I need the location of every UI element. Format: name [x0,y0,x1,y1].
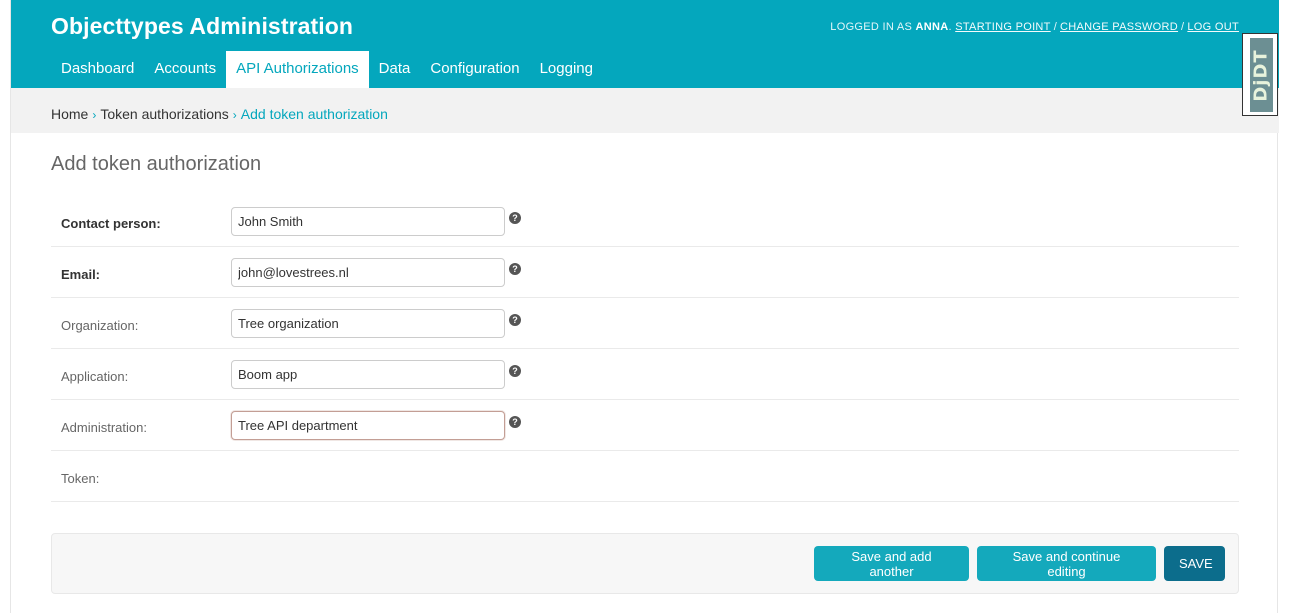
nav-item-accounts[interactable]: Accounts [144,51,226,88]
form-row-token: Token: [51,451,1239,502]
header: Objecttypes Administration LOGGED IN AS … [11,0,1279,88]
breadcrumb-home[interactable]: Home [51,106,88,122]
link-separator: / [1181,21,1185,33]
form-row-email: Email: ? [51,247,1239,298]
djdt-label: DjDT [1251,48,1272,102]
save-and-continue-editing-button[interactable]: Save and continue editing [977,546,1156,581]
link-separator: / [1053,21,1058,33]
application-input[interactable] [231,360,505,389]
token-authorization-form: Contact person: ? Email: ? Organization:… [51,196,1239,502]
email-input[interactable] [231,258,505,287]
nav-item-data[interactable]: Data [369,51,421,88]
username: ANNA [915,21,949,33]
help-icon: ? [509,314,521,326]
form-row-administration: Administration: ? [51,400,1239,451]
main-nav: Dashboard Accounts API Authorizations Da… [51,51,603,88]
log-out-link[interactable]: LOG OUT [1187,21,1239,33]
breadcrumb-separator: › [232,108,237,122]
form-row-contact-person: Contact person: ? [51,196,1239,247]
form-row-organization: Organization: ? [51,298,1239,349]
organization-label: Organization: [61,318,139,333]
save-and-add-another-button[interactable]: Save and add another [814,546,969,581]
breadcrumb-token-authorizations[interactable]: Token authorizations [100,106,228,122]
logged-in-prefix: LOGGED IN AS [830,21,913,33]
administration-label: Administration: [61,420,147,435]
site-branding[interactable]: Objecttypes Administration [51,13,353,40]
breadcrumb-separator: › [92,108,97,122]
djdt-logo: DjDT [1250,38,1273,112]
help-icon: ? [509,263,521,275]
admin-frame: Objecttypes Administration LOGGED IN AS … [10,0,1279,613]
page-title: Add token authorization [51,153,262,175]
change-password-link[interactable]: CHANGE PASSWORD [1060,21,1178,33]
help-icon: ? [509,365,521,377]
breadcrumb-current: Add token authorization [240,106,388,122]
nav-item-configuration[interactable]: Configuration [420,51,529,88]
organization-input[interactable] [231,309,505,338]
help-icon: ? [509,416,521,428]
django-debug-toolbar-handle[interactable]: DjDT [1242,33,1278,116]
nav-item-dashboard[interactable]: Dashboard [51,51,144,88]
email-label: Email: [61,267,101,282]
nav-item-api-authorizations[interactable]: API Authorizations [226,51,369,88]
contact-person-input[interactable] [231,207,505,236]
administration-input[interactable] [231,411,505,440]
save-button[interactable]: SAVE [1164,546,1225,581]
contact-person-label: Contact person: [61,216,161,231]
help-icon: ? [509,212,521,224]
application-label: Application: [61,369,129,384]
user-tools: LOGGED IN AS ANNA. STARTING POINT / CHANGE… [830,21,1239,33]
breadcrumb: Home › Token authorizations › Add token auth… [11,88,1279,133]
token-label: Token: [61,471,100,486]
nav-item-logging[interactable]: Logging [530,51,603,88]
submit-row: Save and add another Save and continue e… [51,533,1239,594]
form-row-application: Application: ? [51,349,1239,400]
starting-point-link[interactable]: STARTING POINT [955,21,1050,33]
